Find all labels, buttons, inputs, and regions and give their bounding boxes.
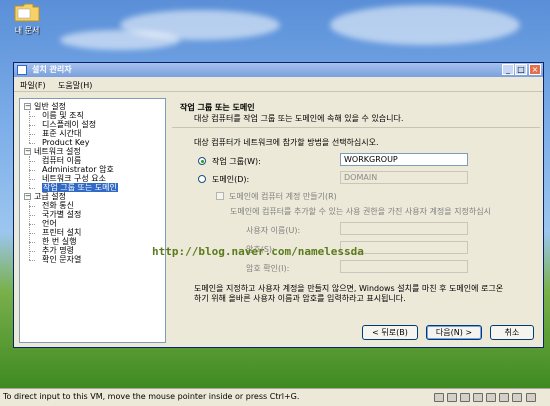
tree-group[interactable]: 고급 설정	[34, 192, 66, 201]
vm-status-message: To direct input to this VM, move the mou…	[3, 392, 300, 401]
create-account-description: 도메인에 컴퓨터를 추가할 수 있는 사용 권한을 가진 사용자 계정을 지정하…	[230, 207, 491, 216]
my-documents-desktop-icon[interactable]: 내 문서	[6, 2, 48, 36]
title-bar[interactable]: 설치 관리자 □ _ ×	[14, 63, 543, 77]
cancel-button[interactable]: 취소	[490, 325, 534, 340]
tree-item[interactable]: 네트워크 구성 요소	[42, 174, 106, 183]
tree-connector	[29, 143, 35, 144]
display-icon[interactable]	[526, 393, 536, 402]
floppy-icon[interactable]	[460, 393, 470, 402]
sound-icon[interactable]	[499, 393, 509, 402]
pane-header: 작업 그룹 또는 도메인 대상 컴퓨터를 작업 그룹 또는 도메인에 속해 있을…	[172, 98, 540, 128]
domain-label: 도메인(D):	[212, 175, 250, 184]
setup-manager-window: 설치 관리자 □ _ × 파일(F) 도움말(H) − 일반 설정 이름 및 조직 디…	[13, 62, 544, 348]
minimize-button[interactable]: _	[502, 64, 514, 75]
page-subtitle: 대상 컴퓨터를 작업 그룹 또는 도메인에 속해 있을 수 있습니다.	[194, 114, 404, 123]
window-title: 설치 관리자	[32, 65, 72, 74]
join-question: 대상 컴퓨터가 네트워크에 참가할 방법을 선택하십시오.	[194, 138, 379, 147]
next-button[interactable]: 다음(N) >	[426, 325, 482, 340]
blog-watermark: http://blog.naver.com/namelessda	[152, 245, 364, 258]
username-input[interactable]	[340, 222, 468, 235]
content-pane: 작업 그룹 또는 도메인 대상 컴퓨터를 작업 그룹 또는 도메인에 속해 있을…	[172, 98, 540, 343]
tree-item[interactable]: 이름 및 조직	[42, 111, 84, 120]
tree-connector	[29, 188, 35, 189]
settings-tree: − 일반 설정 이름 및 조직 디스플레이 설정 표준 시간대 Product Key − 네…	[19, 98, 166, 343]
page-title: 작업 그룹 또는 도메인	[180, 103, 255, 112]
desktop: 내 문서 설치 관리자 □ _ × 파일(F) 도움말(H) − 일반 설정 이름 …	[0, 0, 550, 388]
tree-group[interactable]: 일반 설정	[34, 102, 66, 111]
tree-item[interactable]: 표준 시간대	[42, 129, 81, 138]
tree-item[interactable]: 디스플레이 설정	[42, 120, 96, 129]
tree-item[interactable]: 국가별 설정	[42, 210, 81, 219]
vm-status-bar: To direct input to this VM, move the mou…	[0, 388, 550, 406]
domain-radio[interactable]	[198, 175, 206, 183]
app-icon	[17, 65, 27, 75]
tree-expander[interactable]: −	[24, 193, 31, 200]
domain-input[interactable]: DOMAIN	[340, 171, 468, 184]
username-label: 사용자 이름(U):	[246, 226, 301, 235]
tree-guide	[29, 156, 30, 188]
close-button[interactable]: ×	[529, 64, 541, 75]
create-account-label: 도메인에 컴퓨터 계정 만들기(R)	[229, 192, 337, 201]
tree-item[interactable]: 한 번 실행	[42, 237, 77, 246]
confirm-password-label: 암호 확인(I):	[246, 264, 290, 273]
tree-expander[interactable]: −	[24, 148, 31, 155]
tree-item[interactable]: 확인 문자열	[42, 255, 81, 264]
menu-bar: 파일(F) 도움말(H)	[14, 77, 543, 92]
menu-file[interactable]: 파일(F)	[20, 80, 46, 91]
tree-connector	[29, 260, 35, 261]
menu-help[interactable]: 도움말(H)	[58, 80, 92, 91]
tree-item[interactable]: 추가 명령	[42, 246, 74, 255]
tree-expander[interactable]: −	[24, 103, 31, 110]
tree-guide	[29, 201, 30, 260]
confirm-password-input[interactable]	[340, 260, 468, 273]
desktop-icon-label: 내 문서	[14, 26, 40, 35]
network-icon[interactable]	[473, 393, 483, 402]
back-button[interactable]: < 뒤로(B)	[362, 325, 418, 340]
hard-disk-icon[interactable]	[434, 393, 444, 402]
create-account-checkbox[interactable]	[216, 192, 224, 200]
tree-item[interactable]: 프린터 설치	[42, 228, 81, 237]
usb-icon[interactable]	[486, 393, 496, 402]
tree-item[interactable]: Product Key	[42, 138, 89, 147]
tree-item[interactable]: Administrator 암호	[42, 165, 114, 174]
pane-body: 대상 컴퓨터가 네트워크에 참가할 방법을 선택하십시오. 작업 그룹(W): …	[172, 129, 540, 310]
message-icon[interactable]	[512, 393, 522, 402]
workgroup-radio[interactable]	[198, 157, 206, 165]
maximize-button[interactable]: □	[515, 64, 527, 75]
cd-drive-icon[interactable]	[447, 393, 457, 402]
tree-item[interactable]: 언어	[42, 219, 57, 228]
domain-note-line2: 하기 위해 올바른 사용자 이름과 암호를 입력하라고 표시됩니다.	[194, 294, 406, 303]
workgroup-input[interactable]: WORKGROUP	[340, 153, 468, 166]
tree-group[interactable]: 네트워크 설정	[34, 147, 81, 156]
tree-guide	[29, 111, 30, 143]
tree-item[interactable]: 컴퓨터 이름	[42, 156, 81, 165]
workgroup-label: 작업 그룹(W):	[212, 157, 261, 166]
tree-item[interactable]: 전화 통신	[42, 201, 74, 210]
tree-item[interactable]: 작업 그룹 또는 도메인	[42, 183, 118, 192]
folder-icon	[14, 2, 40, 22]
